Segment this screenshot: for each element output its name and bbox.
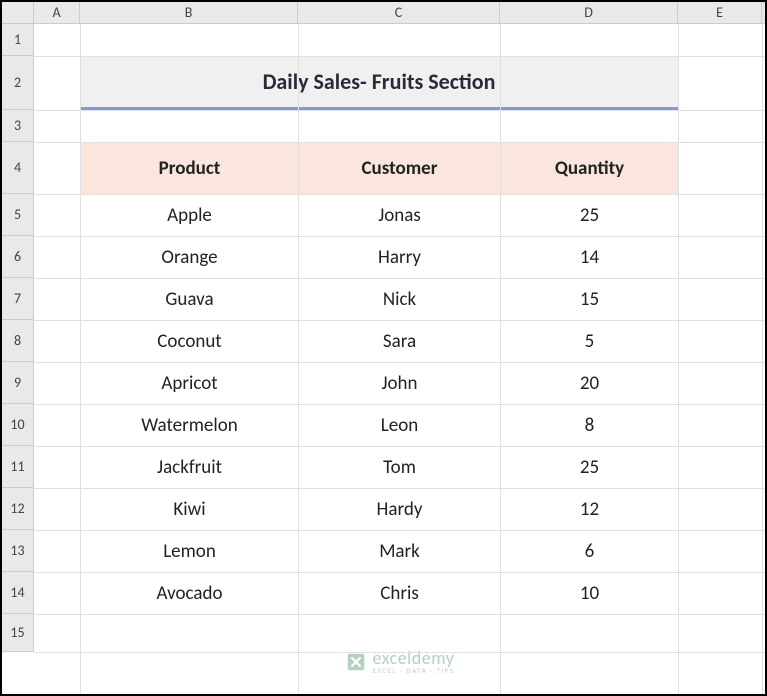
row-header-10[interactable]: 10 (2, 404, 34, 446)
data-table: Product Customer Quantity AppleJonas25Or… (80, 142, 679, 615)
table-row: JackfruitTom25 (81, 447, 679, 489)
col-header-d[interactable]: D (500, 2, 678, 23)
row-header-8[interactable]: 8 (2, 320, 34, 362)
row-header-12[interactable]: 12 (2, 488, 34, 530)
cell-product[interactable]: Apple (81, 195, 299, 237)
cell-product[interactable]: Guava (81, 279, 299, 321)
cell-customer[interactable]: Hardy (299, 489, 501, 531)
cell-product[interactable]: Jackfruit (81, 447, 299, 489)
cell-product[interactable]: Apricot (81, 363, 299, 405)
cell-quantity[interactable]: 5 (501, 321, 679, 363)
cell-product[interactable]: Kiwi (81, 489, 299, 531)
cell-product[interactable]: Lemon (81, 531, 299, 573)
cell-quantity[interactable]: 14 (501, 237, 679, 279)
select-all-corner[interactable] (2, 2, 34, 24)
cell-quantity[interactable]: 12 (501, 489, 679, 531)
exceldemy-logo-icon (345, 651, 367, 673)
row-header-7[interactable]: 7 (2, 278, 34, 320)
row-headers-col: 123456789101112131415 (2, 24, 34, 652)
table-row: ApricotJohn20 (81, 363, 679, 405)
table-row: KiwiHardy12 (81, 489, 679, 531)
cell-quantity[interactable]: 8 (501, 405, 679, 447)
cell-customer[interactable]: Sara (299, 321, 501, 363)
col-header-e[interactable]: E (678, 2, 762, 23)
cell-customer[interactable]: Chris (299, 573, 501, 615)
cell-quantity[interactable]: 6 (501, 531, 679, 573)
header-quantity[interactable]: Quantity (501, 143, 679, 195)
table-row: CoconutSara5 (81, 321, 679, 363)
header-product[interactable]: Product (81, 143, 299, 195)
col-header-b[interactable]: B (80, 2, 298, 23)
title-band: Daily Sales- Fruits Section (80, 56, 678, 110)
cell-quantity[interactable]: 15 (501, 279, 679, 321)
cell-quantity[interactable]: 10 (501, 573, 679, 615)
cell-product[interactable]: Coconut (81, 321, 299, 363)
cell-customer[interactable]: Harry (299, 237, 501, 279)
table-row: AppleJonas25 (81, 195, 679, 237)
cell-quantity[interactable]: 25 (501, 195, 679, 237)
cell-quantity[interactable]: 25 (501, 447, 679, 489)
table-row: OrangeHarry14 (81, 237, 679, 279)
row-header-15[interactable]: 15 (2, 614, 34, 652)
cell-customer[interactable]: Jonas (299, 195, 501, 237)
cell-customer[interactable]: Tom (299, 447, 501, 489)
column-headers-row: ABCDE (2, 2, 765, 24)
watermark-tagline: EXCEL · DATA · TIPS (373, 667, 455, 674)
table-header-row: Product Customer Quantity (81, 143, 679, 195)
cell-customer[interactable]: John (299, 363, 501, 405)
col-header-a[interactable]: A (34, 2, 80, 23)
row-header-3[interactable]: 3 (2, 110, 34, 142)
row-header-4[interactable]: 4 (2, 142, 34, 194)
table-row: AvocadoChris10 (81, 573, 679, 615)
row-header-13[interactable]: 13 (2, 530, 34, 572)
cell-customer[interactable]: Nick (299, 279, 501, 321)
row-header-9[interactable]: 9 (2, 362, 34, 404)
cells-area[interactable]: Daily Sales- Fruits Section Product Cust… (34, 24, 765, 694)
spreadsheet: ABCDE 123456789101112131415 Daily Sales-… (2, 2, 765, 694)
cell-quantity[interactable]: 20 (501, 363, 679, 405)
table-row: LemonMark6 (81, 531, 679, 573)
row-header-1[interactable]: 1 (2, 24, 34, 56)
row-header-5[interactable]: 5 (2, 194, 34, 236)
cell-product[interactable]: Avocado (81, 573, 299, 615)
table-row: WatermelonLeon8 (81, 405, 679, 447)
header-customer[interactable]: Customer (299, 143, 501, 195)
row-header-6[interactable]: 6 (2, 236, 34, 278)
col-header-c[interactable]: C (298, 2, 500, 23)
cell-customer[interactable]: Leon (299, 405, 501, 447)
cell-product[interactable]: Orange (81, 237, 299, 279)
cell-product[interactable]: Watermelon (81, 405, 299, 447)
cell-customer[interactable]: Mark (299, 531, 501, 573)
row-header-11[interactable]: 11 (2, 446, 34, 488)
row-header-14[interactable]: 14 (2, 572, 34, 614)
table-row: GuavaNick15 (81, 279, 679, 321)
row-header-2[interactable]: 2 (2, 56, 34, 110)
